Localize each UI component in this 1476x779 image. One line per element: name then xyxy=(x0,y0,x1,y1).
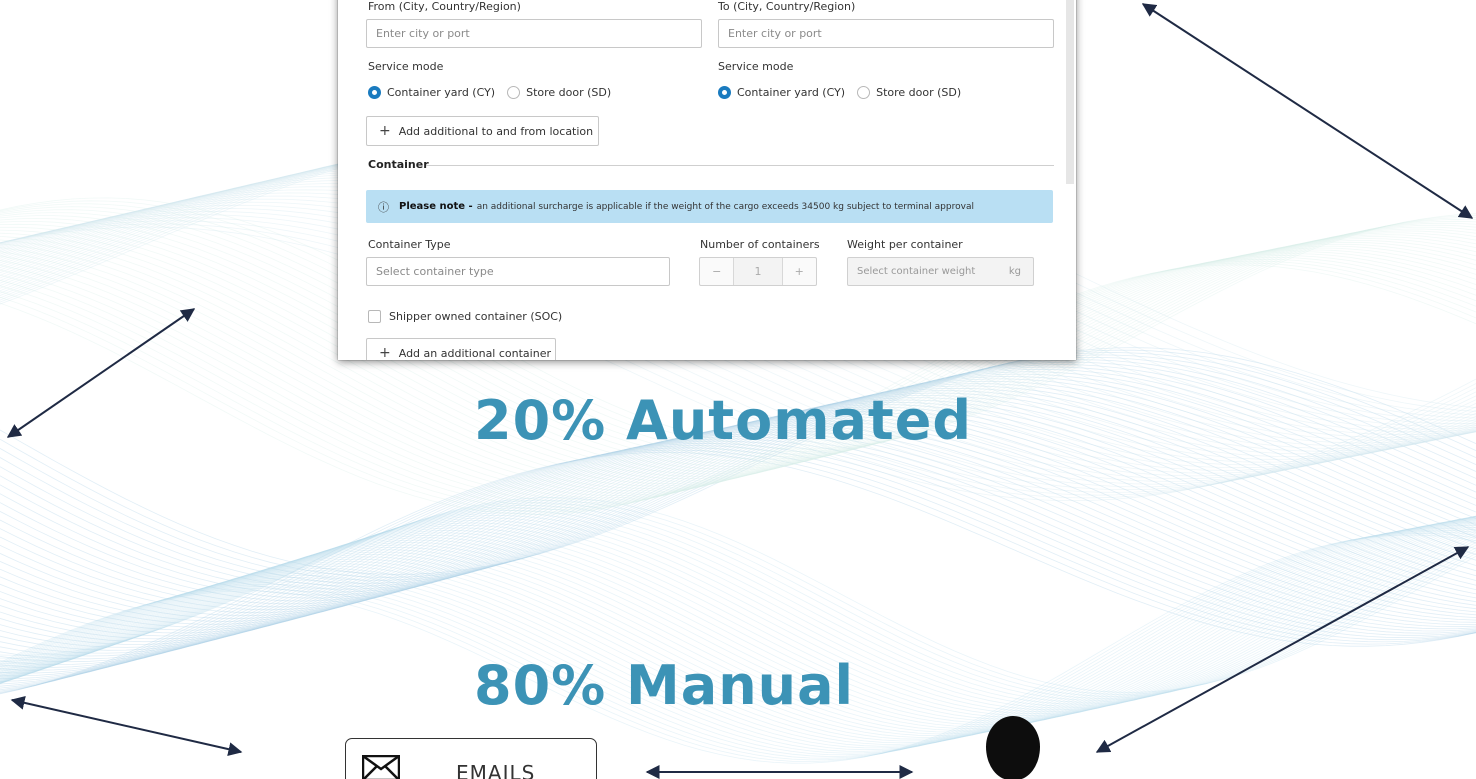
destination-radio-cy[interactable] xyxy=(718,86,731,99)
origin-radio-sd-label: Store door (SD) xyxy=(526,86,612,99)
note-text: an additional surcharge is applicable if… xyxy=(476,201,974,212)
stepper-plus-button[interactable]: + xyxy=(783,258,816,285)
container-section-title: Container xyxy=(368,158,429,171)
weight-placeholder: Select container weight xyxy=(857,266,976,277)
destination-radio-cy-label: Container yard (CY) xyxy=(737,86,846,99)
weight-per-container-label: Weight per container xyxy=(847,238,963,251)
section-divider xyxy=(426,165,1054,166)
to-input[interactable]: Enter city or port xyxy=(718,19,1054,48)
automated-headline: 20% Automated xyxy=(474,389,972,452)
origin-radio-sd[interactable] xyxy=(507,86,521,99)
weight-surcharge-note: ⓘ Please note - an additional surcharge … xyxy=(366,190,1053,223)
slide-canvas: From (City, Country/Region) To (City, Co… xyxy=(0,0,1476,779)
from-input[interactable]: Enter city or port xyxy=(366,19,702,48)
destination-service-mode-group: Container yard (CY) Store door (SD) xyxy=(718,86,961,99)
note-title: Please note - xyxy=(399,201,473,212)
quantity-stepper: − 1 + xyxy=(699,257,817,286)
from-label: From (City, Country/Region) xyxy=(368,0,521,13)
booking-form-card: From (City, Country/Region) To (City, Co… xyxy=(338,0,1076,360)
soc-checkbox-row[interactable]: Shipper owned container (SOC) xyxy=(368,310,562,323)
stepper-minus-button[interactable]: − xyxy=(700,258,733,285)
add-container-button[interactable]: + Add an additional container xyxy=(366,338,556,360)
destination-radio-sd-label: Store door (SD) xyxy=(876,86,962,99)
info-icon: ⓘ xyxy=(378,200,389,214)
container-type-label: Container Type xyxy=(368,238,451,251)
destination-radio-sd[interactable] xyxy=(857,86,871,99)
soc-checkbox[interactable] xyxy=(368,310,381,323)
envelope-icon xyxy=(362,755,400,779)
destination-service-mode-label: Service mode xyxy=(718,60,794,73)
plus-icon: + xyxy=(379,123,391,139)
origin-service-mode-group: Container yard (CY) Store door (SD) xyxy=(368,86,611,99)
soc-label: Shipper owned container (SOC) xyxy=(389,310,563,323)
to-label: To (City, Country/Region) xyxy=(718,0,856,13)
origin-radio-cy[interactable] xyxy=(368,86,381,99)
manual-headline: 80% Manual xyxy=(474,654,855,717)
plus-icon: + xyxy=(379,345,391,360)
origin-service-mode-label: Service mode xyxy=(368,60,444,73)
stepper-value[interactable]: 1 xyxy=(733,258,783,285)
emails-box: EMAILS xyxy=(345,738,597,779)
person-head-icon xyxy=(986,716,1040,779)
form-scrollbar[interactable] xyxy=(1066,0,1074,184)
weight-input[interactable]: Select container weight kg xyxy=(847,257,1034,286)
weight-unit: kg xyxy=(1008,266,1021,277)
add-container-button-label: Add an additional container xyxy=(398,346,551,360)
origin-radio-cy-label: Container yard (CY) xyxy=(387,86,496,99)
wave-line xyxy=(0,524,1476,754)
container-type-select[interactable]: Select container type xyxy=(366,257,670,286)
number-of-containers-label: Number of containers xyxy=(700,238,820,251)
emails-label: EMAILS xyxy=(456,761,536,779)
add-location-button-label: Add additional to and from location xyxy=(398,124,594,138)
add-location-button[interactable]: + Add additional to and from location xyxy=(366,116,599,146)
